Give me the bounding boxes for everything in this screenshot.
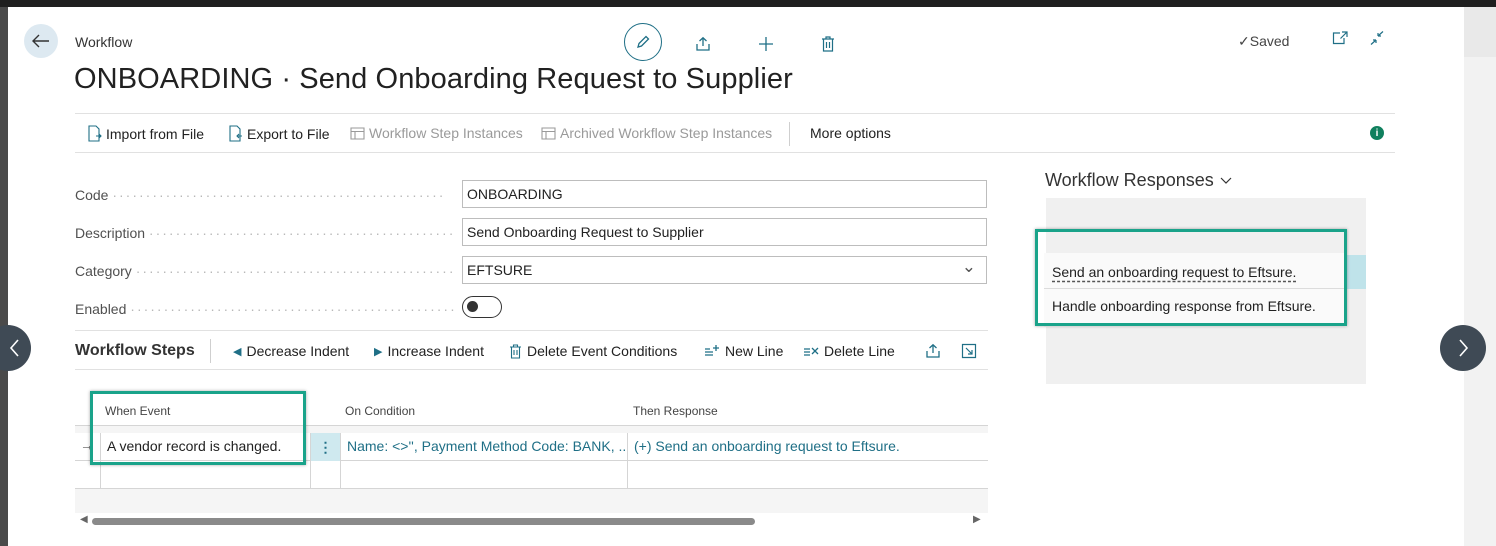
action-bar: Import from File Export to File Workflow… [75, 113, 1395, 153]
category-select[interactable]: EFTSURE [462, 256, 987, 284]
horizontal-scrollbar[interactable]: ◀ ▶ [75, 513, 988, 529]
increase-indent-action[interactable]: ▶ Increase Indent [374, 343, 484, 359]
leader-dots: ········································… [135, 263, 455, 279]
responses-highlight [1035, 229, 1347, 326]
export-file-icon [229, 125, 242, 142]
new-line-icon [705, 345, 719, 356]
column-header-on-condition[interactable]: On Condition [345, 404, 415, 418]
category-label: Category ·······························… [75, 263, 455, 279]
leader-dots: ········································… [148, 225, 455, 241]
triangle-left-icon: ◀ [233, 345, 242, 358]
delete-line-icon [804, 347, 819, 356]
checkmark-icon: ✓ [1238, 33, 1250, 49]
scrollbar-thumb[interactable] [92, 518, 755, 525]
row-indicator [75, 461, 100, 489]
workflow-responses-title[interactable]: Workflow Responses [1045, 170, 1232, 191]
collapse-button[interactable] [1369, 31, 1385, 49]
table-icon [350, 126, 365, 140]
leader-dots: ········································… [130, 301, 455, 317]
trash-icon [822, 36, 834, 52]
table-row-empty[interactable] [75, 461, 988, 489]
decrease-indent-action[interactable]: ◀ Decrease Indent [233, 343, 349, 359]
code-field[interactable]: ONBOARDING [462, 180, 987, 208]
workflow-step-instances-action[interactable]: Workflow Step Instances [350, 125, 523, 141]
chevron-down-icon [1220, 177, 1232, 184]
new-line-action[interactable]: New Line [704, 343, 783, 359]
on-condition-cell[interactable]: Name: <>'', Payment Method Code: BANK, .… [340, 433, 627, 461]
row-menu-cell[interactable] [310, 461, 340, 489]
plus-icon [759, 37, 773, 51]
top-bar [0, 0, 1496, 7]
open-new-window-icon [1332, 31, 1348, 45]
page-title: ONBOARDING · Send Onboarding Request to … [74, 63, 793, 95]
pencil-icon [637, 35, 650, 48]
new-button[interactable] [749, 27, 783, 61]
delete-line-action[interactable]: Delete Line [803, 343, 895, 359]
breadcrumb[interactable]: Workflow [75, 34, 132, 50]
next-button[interactable] [1440, 325, 1486, 371]
chevron-right-icon [1459, 339, 1469, 357]
collapse-icon [1370, 31, 1384, 45]
workflow-steps-bar: Workflow Steps ◀ Decrease Indent ▶ Incre… [75, 330, 988, 370]
toggle-knob [467, 301, 478, 312]
description-label: Description ····························… [75, 225, 455, 241]
when-event-highlight [90, 391, 306, 465]
import-file-icon [88, 125, 102, 142]
enabled-label: Enabled ································… [75, 301, 455, 317]
workflow-card-page: Workflow ONBOARDING · Send Onboarding Re… [8, 7, 1464, 546]
saved-status: ✓Saved [1238, 33, 1290, 49]
triangle-right-icon: ▶ [374, 345, 383, 358]
when-event-cell[interactable] [100, 461, 310, 489]
action-separator [789, 122, 790, 146]
more-options-action[interactable]: More options [810, 125, 891, 141]
trash-icon [510, 343, 521, 359]
row-menu-button[interactable]: ⋮ [310, 433, 340, 461]
chevron-left-icon [9, 339, 19, 357]
expand-icon [961, 343, 977, 359]
open-new-window-button[interactable] [1332, 31, 1348, 49]
then-response-cell[interactable]: (+) Send an onboarding request to Eftsur… [627, 433, 988, 461]
steps-separator [210, 339, 211, 363]
archived-workflow-step-instances-action[interactable]: Archived Workflow Step Instances [541, 125, 772, 141]
leader-dots: ········································… [112, 187, 446, 203]
table-icon [541, 126, 556, 140]
share-icon [926, 343, 940, 358]
code-label: Code ···································… [75, 187, 446, 203]
on-condition-cell[interactable] [340, 461, 627, 489]
share-steps-button[interactable] [925, 343, 941, 359]
back-arrow-icon [32, 34, 49, 48]
right-strip [1464, 7, 1496, 546]
import-from-file-action[interactable]: Import from File [87, 125, 204, 142]
delete-event-conditions-action[interactable]: Delete Event Conditions [509, 343, 677, 359]
export-to-file-action[interactable]: Export to File [228, 125, 329, 142]
share-button[interactable] [686, 27, 720, 61]
scroll-left-icon[interactable]: ◀ [80, 514, 88, 525]
scroll-right-icon[interactable]: ▶ [973, 514, 981, 525]
back-button[interactable] [24, 24, 58, 58]
edit-button[interactable] [624, 23, 662, 61]
share-icon [696, 36, 710, 51]
enabled-toggle[interactable] [462, 296, 502, 318]
info-icon[interactable]: i [1370, 126, 1384, 140]
then-response-cell[interactable] [627, 461, 988, 489]
expand-steps-button[interactable] [961, 343, 977, 359]
delete-button[interactable] [811, 27, 845, 61]
right-strip-band [1464, 7, 1496, 57]
workflow-steps-title[interactable]: Workflow Steps [75, 342, 195, 360]
description-field[interactable]: Send Onboarding Request to Supplier [462, 218, 987, 246]
column-header-then-response[interactable]: Then Response [633, 404, 718, 418]
